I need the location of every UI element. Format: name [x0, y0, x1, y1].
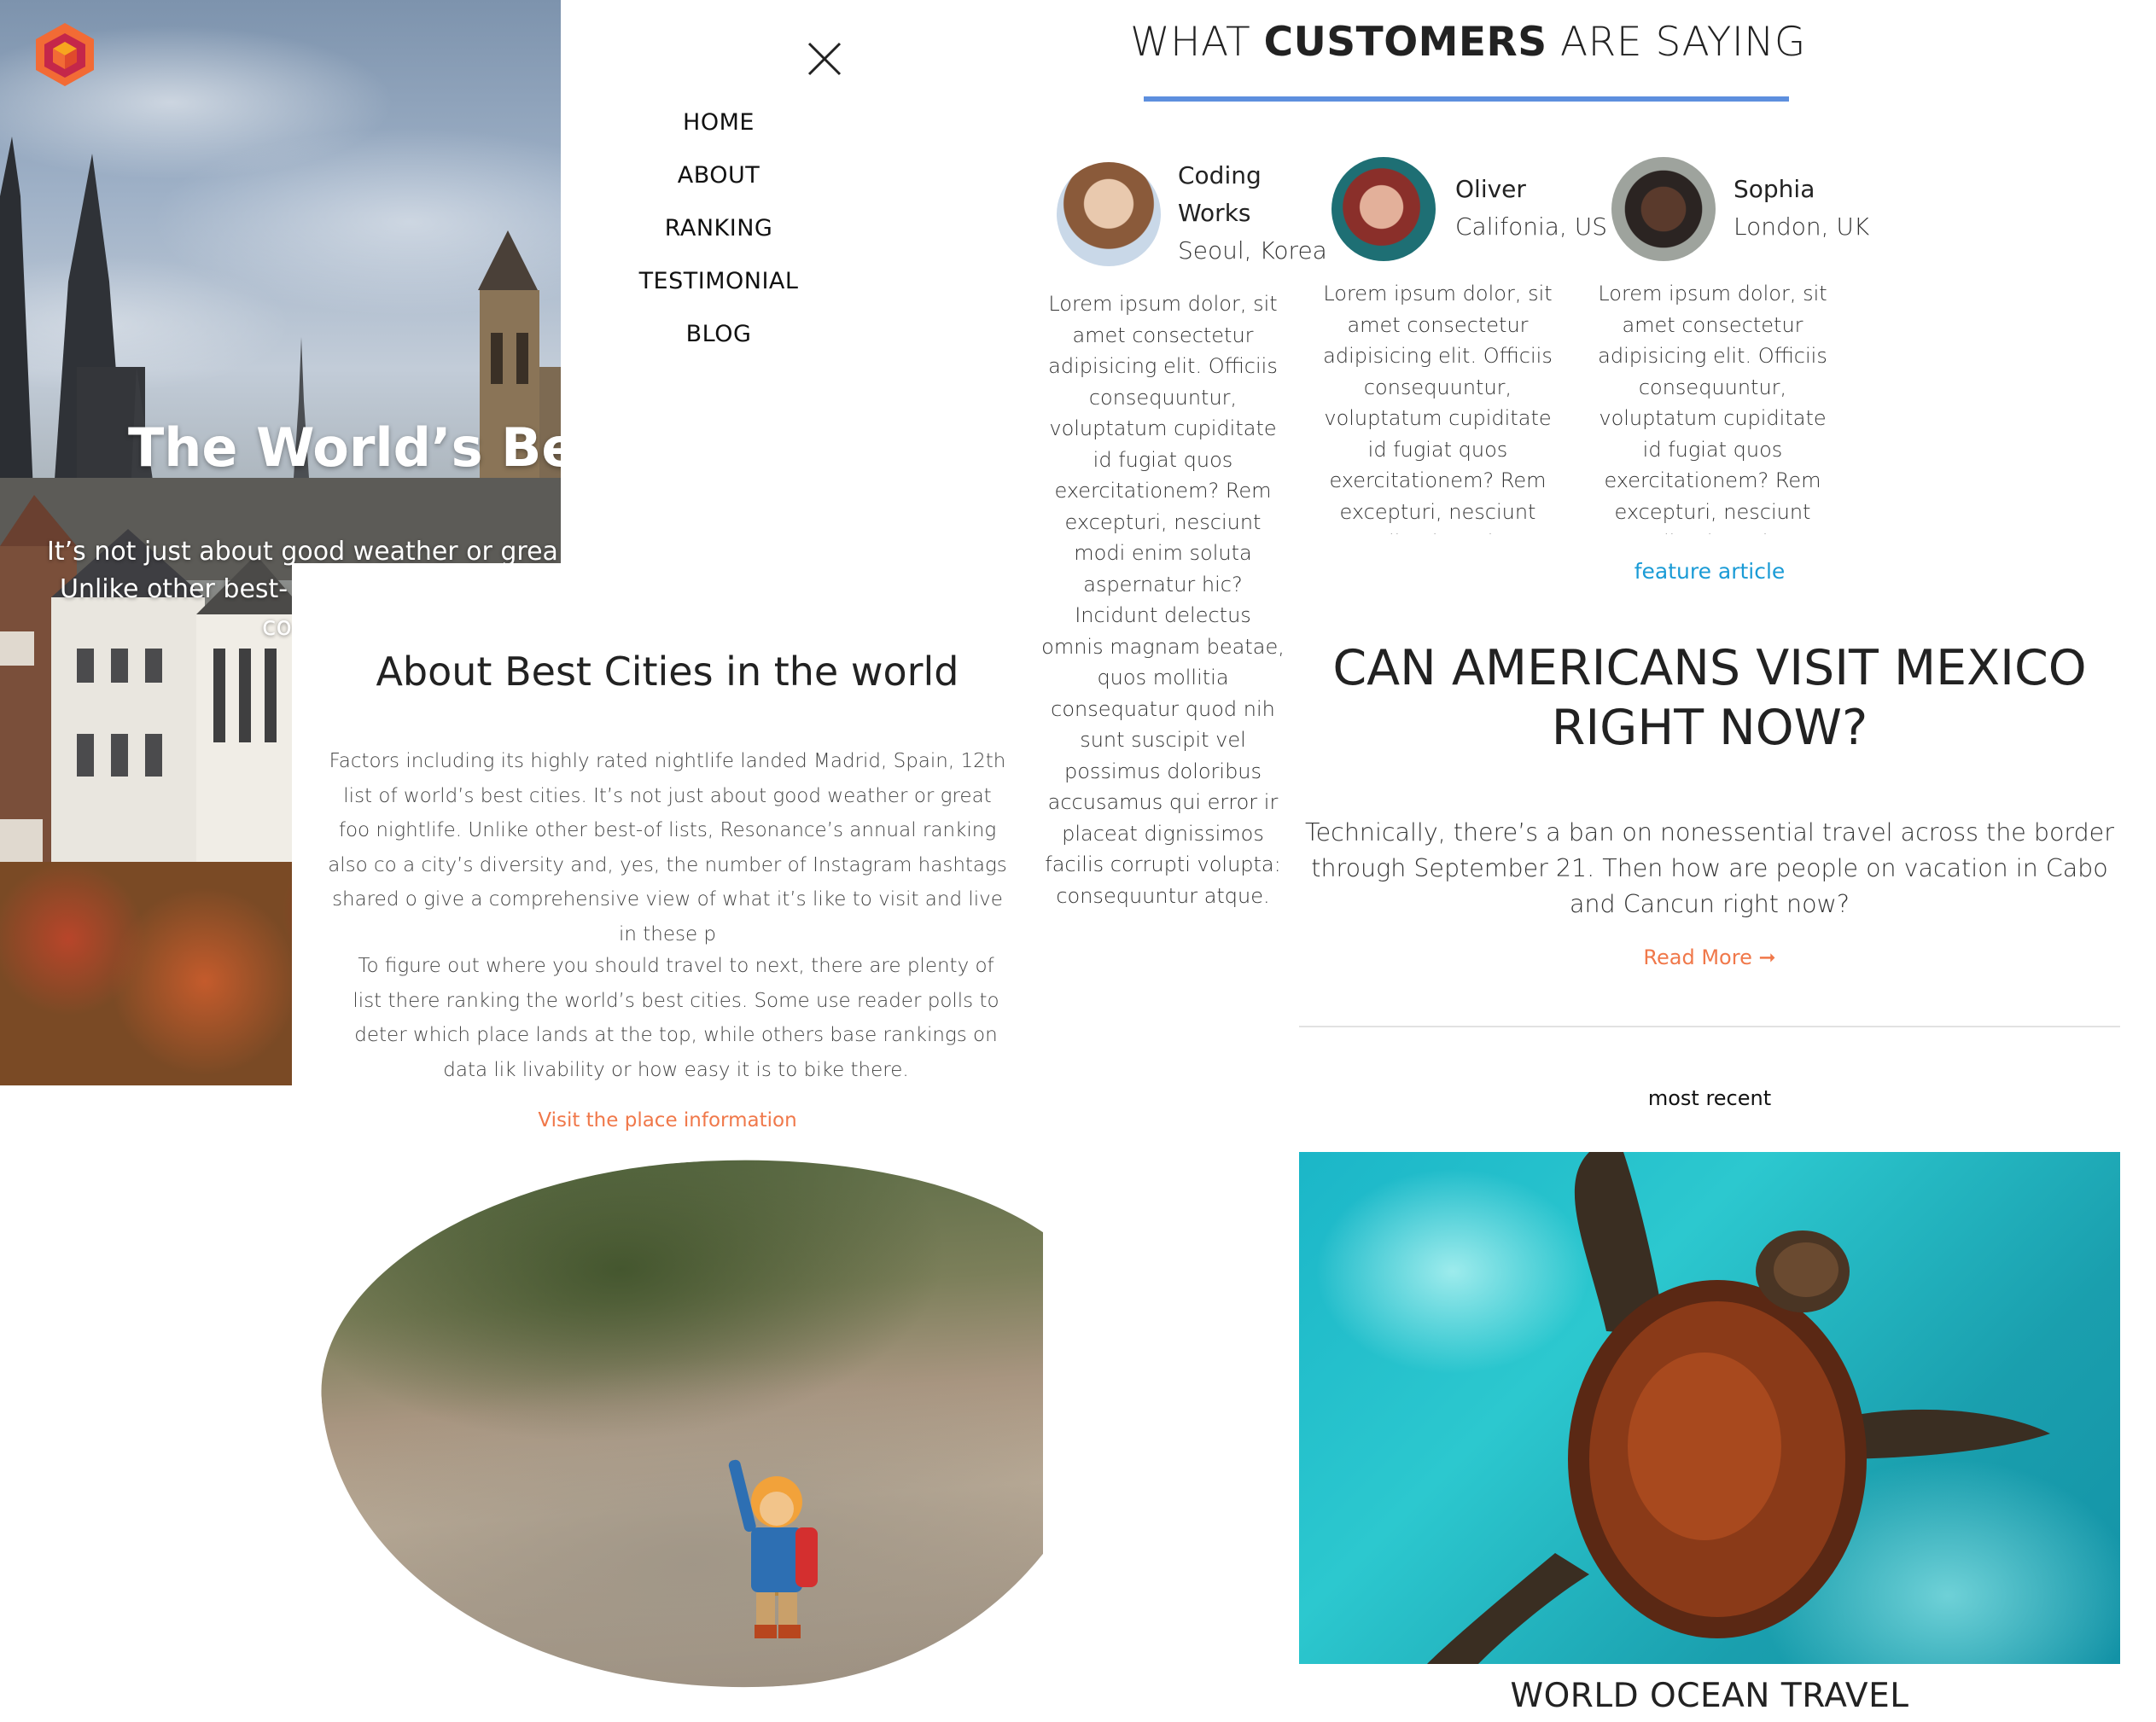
testimonial-text-2: Lorem ipsum dolor, sit amet consectetur …: [1323, 282, 1553, 534]
heading-part-bold: CUSTOMERS: [1263, 19, 1547, 66]
close-icon[interactable]: [807, 41, 842, 77]
recent-post-title[interactable]: WORLD OCEAN TRAVEL: [1299, 1677, 2120, 1715]
toy-traveler-figure: [728, 1459, 818, 1638]
author-location: Seoul, Korea: [1178, 236, 1327, 265]
testimonial-author-1: Coding Works Seoul, Korea: [1178, 157, 1331, 270]
section-divider: [1299, 1026, 2120, 1027]
testimonial-text-1: Lorem ipsum dolor, sit amet consectetur …: [1041, 292, 1285, 907]
author-location: London, UK: [1734, 212, 1870, 241]
testimonial-text-3: Lorem ipsum dolor, sit amet consectetur …: [1598, 282, 1827, 534]
feature-title: CAN AMERICANS VISIT MEXICO RIGHT NOW?: [1332, 640, 2087, 756]
sea-turtle-illustration: [1427, 1152, 2050, 1664]
testimonials-heading: WHAT CUSTOMERS ARE SAYING: [1041, 19, 1895, 66]
nav-item-testimonial[interactable]: TESTIMONIAL: [561, 268, 877, 321]
sea-turtle-image[interactable]: [1299, 1152, 2120, 1664]
about-paragraph-2: To figure out where you should travel to…: [353, 955, 999, 1081]
nav-list: HOME ABOUT RANKING TESTIMONIAL BLOG: [561, 109, 877, 374]
read-more-link[interactable]: Read More ➞: [1299, 945, 2120, 969]
avatar-coding-works: [1057, 162, 1161, 266]
avatar-sophia: [1611, 157, 1716, 261]
nav-item-ranking[interactable]: RANKING: [561, 215, 877, 268]
nav-item-about[interactable]: ABOUT: [561, 162, 877, 215]
author-name: Coding Works: [1178, 161, 1262, 227]
most-recent-label: most recent: [1647, 1086, 1772, 1110]
heading-part-1: WHAT: [1130, 19, 1264, 66]
about-section: About Best Cities in the world Factors i…: [292, 563, 1043, 1722]
hexagon-cube-logo[interactable]: [34, 21, 96, 88]
avatar-oliver: [1331, 157, 1436, 261]
feature-article-section: feature article CAN AMERICANS VISIT MEXI…: [1299, 546, 2120, 1722]
feature-tag[interactable]: feature article: [1299, 559, 2120, 584]
heading-part-2: ARE SAYING: [1547, 19, 1806, 66]
testimonial-author-3: Sophia London, UK: [1734, 171, 1904, 246]
heading-underline: [1144, 96, 1789, 102]
about-title: About Best Cities in the world: [376, 649, 959, 695]
testimonial-author-2: Oliver Califonia, US: [1455, 171, 1626, 246]
nav-item-home[interactable]: HOME: [561, 109, 877, 162]
nav-item-blog[interactable]: BLOG: [561, 321, 877, 374]
about-paragraph-1: Factors including its highly rated night…: [328, 750, 1007, 945]
feature-body: Technically, there’s a ban on nonessenti…: [1305, 818, 2114, 918]
traveler-figure-image: [306, 1133, 1043, 1717]
author-name: Oliver: [1455, 175, 1526, 203]
author-location: Califonia, US: [1455, 212, 1608, 241]
nav-menu-panel: HOME ABOUT RANKING TESTIMONIAL BLOG: [561, 0, 877, 563]
hero-title: The World’s Best: [128, 416, 561, 479]
visit-place-link[interactable]: Visit the place information: [292, 1109, 1043, 1132]
author-name: Sophia: [1734, 175, 1815, 203]
